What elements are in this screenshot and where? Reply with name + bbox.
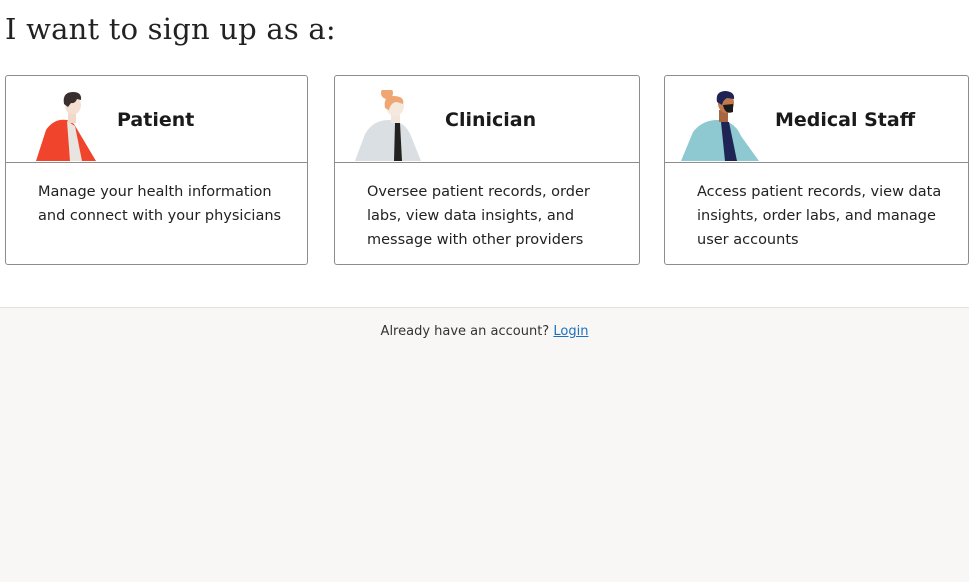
card-header: Medical Staff [665, 76, 968, 163]
card-header: Patient [6, 76, 307, 163]
card-title: Clinician [445, 109, 537, 131]
signup-page: I want to sign up as a: Patient Manage y… [0, 0, 969, 582]
login-prompt-text: Already have an account? [380, 324, 550, 339]
patient-illustration [36, 92, 96, 161]
card-header: Clinician [335, 76, 639, 163]
page-title: I want to sign up as a: [5, 12, 336, 46]
card-description: Manage your health information and conne… [38, 184, 282, 224]
card-title: Patient [117, 109, 195, 131]
footer: Already have an account? Login [0, 307, 969, 582]
login-prompt: Already have an account? Login [0, 324, 969, 339]
card-description: Oversee patient records, order labs, vie… [367, 184, 590, 248]
clinician-role-card[interactable]: Clinician Oversee patient records, order… [334, 75, 640, 265]
role-selection-section: I want to sign up as a: Patient Manage y… [0, 0, 969, 307]
patient-role-card[interactable]: Patient Manage your health information a… [5, 75, 308, 265]
medical-staff-role-card[interactable]: Medical Staff Access patient records, vi… [664, 75, 969, 265]
card-description: Access patient records, view data insigh… [697, 184, 942, 248]
card-title: Medical Staff [775, 109, 916, 131]
clinician-illustration [355, 90, 421, 161]
medical-staff-illustration [681, 91, 759, 161]
login-link[interactable]: Login [553, 324, 588, 339]
